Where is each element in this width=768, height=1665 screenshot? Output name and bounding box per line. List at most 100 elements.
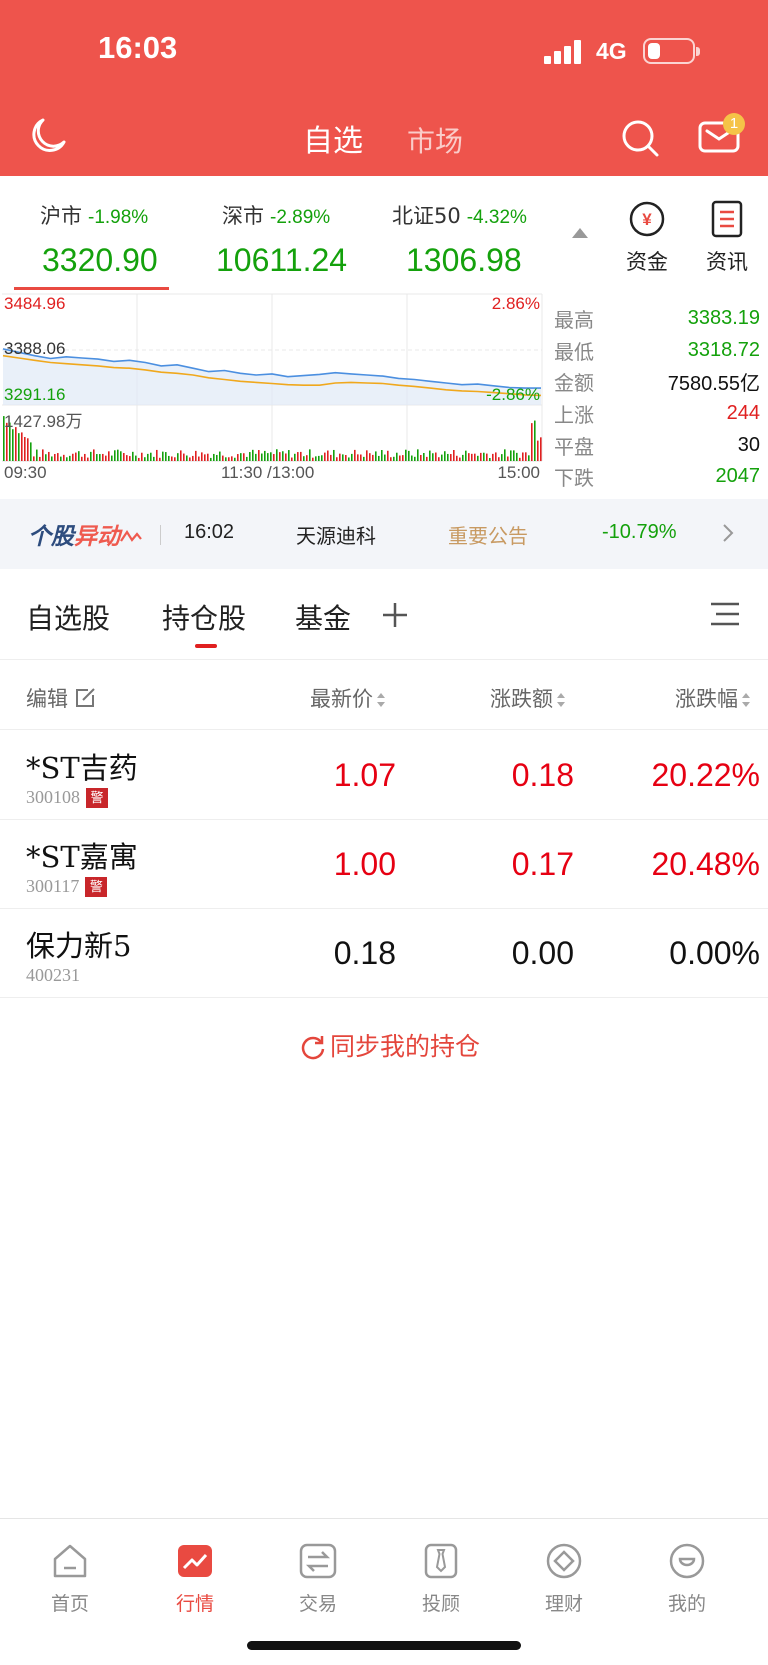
intraday-chart[interactable]: 3484.96 3388.06 3291.16 2.86% -2.86% 142… [0, 293, 544, 493]
change-amount: 0.00 [511, 935, 574, 971]
volume-bar [429, 450, 431, 461]
volume-bar [15, 427, 17, 461]
volume-bar [531, 423, 533, 461]
index-shenzhen[interactable]: 深市 -2.89% 10611.24 [216, 200, 347, 278]
stat-row: 下跌 2047 [554, 461, 760, 493]
nav-advisor-label: 投顾 [421, 1593, 460, 1615]
nav-market[interactable]: 行情 [155, 1541, 235, 1616]
table-row[interactable]: *ST吉药 300108 警 1.07 0.18 20.22% [0, 731, 768, 820]
nav-home[interactable]: 首页 [30, 1541, 110, 1616]
table-row[interactable]: 保力新5 400231 0.18 0.00 0.00% [0, 909, 768, 998]
volume-bar [240, 453, 242, 461]
table-row[interactable]: *ST嘉寓 300117 警 1.00 0.17 20.48% [0, 820, 768, 909]
chart-volume-label: 1427.98万 [4, 412, 83, 431]
volume-bar [201, 452, 203, 461]
volume-bar [21, 432, 23, 461]
volume-bar [222, 455, 224, 461]
app-header: 16:03 4G 自选 市场 1 [0, 0, 768, 176]
volume-bar [327, 450, 329, 461]
change-pct: 0.00% [669, 935, 760, 971]
volume-bar [411, 455, 413, 461]
tab-watchlist[interactable]: 自选 [303, 116, 363, 160]
alert-separator [160, 525, 161, 545]
change-amount: 0.17 [511, 846, 574, 882]
volume-bar [336, 457, 338, 461]
tab-market[interactable]: 市场 [407, 120, 463, 160]
stat-value: 30 [737, 433, 760, 456]
volume-bar [228, 457, 230, 461]
volume-bar [540, 437, 542, 461]
volume-bar [45, 454, 47, 461]
stat-label: 上涨 [554, 403, 594, 428]
sync-label: 同步我的持仓 [330, 1032, 481, 1061]
nav-trade-label: 交易 [298, 1593, 337, 1615]
fund-flow-label: 资金 [626, 250, 668, 274]
stock-alert-bar[interactable]: 个股异动 16:02 天源迪科 重要公告 -10.79% [0, 499, 768, 569]
volume-bar [393, 456, 395, 461]
network-type: 4G [596, 38, 627, 64]
list-menu-icon[interactable] [710, 601, 740, 627]
stat-value: 3318.72 [687, 338, 760, 361]
sort-by-pct[interactable]: 涨跌幅 [675, 683, 751, 713]
yuan-circle-icon: ¥ [629, 201, 665, 237]
home-icon [53, 1544, 87, 1578]
stat-label: 下跌 [554, 466, 594, 491]
tab-self-selected[interactable]: 自选股 [26, 597, 110, 637]
exchange-icon [299, 1543, 337, 1579]
nav-wealth[interactable]: 理财 [524, 1541, 604, 1616]
volume-bar [381, 450, 383, 461]
volume-bar [417, 449, 419, 461]
stat-row: 平盘 30 [554, 429, 760, 461]
volume-bar [450, 454, 452, 461]
volume-bar [105, 455, 107, 461]
volume-bar [36, 449, 38, 461]
nav-trade[interactable]: 交易 [278, 1541, 358, 1616]
night-mode-moon-icon[interactable] [28, 116, 70, 160]
volume-bar [246, 456, 248, 461]
volume-bar [249, 452, 251, 461]
volume-bar [504, 449, 506, 461]
nav-home-label: 首页 [50, 1593, 89, 1615]
tab-holdings[interactable]: 持仓股 [162, 597, 246, 637]
sync-holdings-button[interactable]: 同步我的持仓 [300, 1027, 480, 1063]
sort-by-change[interactable]: 涨跌额 [490, 683, 566, 713]
collapse-arrow-icon[interactable] [572, 228, 588, 238]
chevron-right-icon[interactable] [722, 523, 734, 543]
volume-bar [87, 457, 89, 461]
news-button[interactable]: 资讯 [697, 200, 757, 276]
nav-profile[interactable]: 我的 [647, 1541, 727, 1616]
index-bse50[interactable]: 北证50 -4.32% 1306.98 [392, 200, 527, 278]
index-shanghai[interactable]: 沪市 -1.98% 3320.90 [40, 200, 158, 278]
chart-time-mid: 11:30 /13:00 [221, 463, 315, 482]
col-price-label: 最新价 [310, 687, 373, 711]
tab-funds[interactable]: 基金 [295, 597, 351, 637]
edit-button[interactable]: 编辑 [26, 683, 96, 713]
volume-bar [171, 456, 173, 461]
fund-flow-button[interactable]: ¥ 资金 [617, 200, 677, 276]
volume-bar [345, 455, 347, 461]
volume-bar [114, 450, 116, 461]
volume-bar [465, 450, 467, 461]
volume-bar [237, 454, 239, 461]
sort-by-price[interactable]: 最新价 [310, 683, 386, 713]
volume-bar [474, 453, 476, 461]
volume-bar [459, 457, 461, 461]
volume-bar [42, 449, 44, 461]
chart-low-pct: -2.86% [486, 385, 540, 404]
index-change-pct: -1.98% [88, 207, 149, 228]
volume-bar [54, 453, 56, 461]
index-value: 1306.98 [406, 242, 522, 278]
nav-advisor[interactable]: 投顾 [401, 1541, 481, 1616]
volume-bar [318, 455, 320, 461]
stat-label: 最低 [554, 339, 594, 364]
volume-bar [147, 453, 149, 461]
volume-bar [462, 454, 464, 461]
nav-market-label: 行情 [175, 1593, 214, 1615]
volume-bar [519, 457, 521, 461]
search-icon[interactable] [620, 118, 662, 164]
volume-bar [351, 453, 353, 461]
volume-bar [150, 452, 152, 461]
volume-bar [321, 455, 323, 461]
volume-bar [441, 454, 443, 461]
add-group-plus-icon[interactable] [382, 602, 408, 628]
